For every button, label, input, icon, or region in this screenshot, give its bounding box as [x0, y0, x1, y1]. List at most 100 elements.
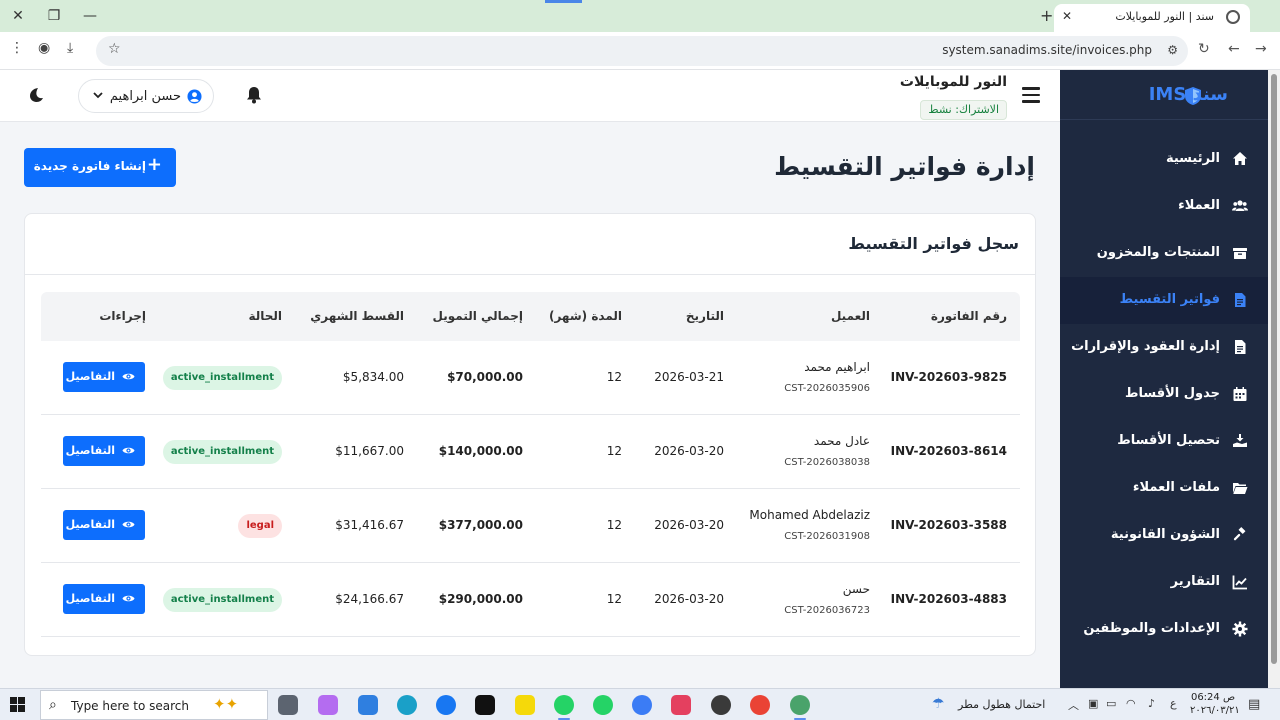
details-button[interactable]: التفاصيل — [63, 584, 145, 614]
eye-icon — [122, 521, 135, 528]
sidebar-item-label: ملفات العملاء — [1132, 480, 1220, 495]
sidebar-item-products[interactable]: المنتجات والمخزون — [1060, 230, 1268, 277]
site-settings-icon[interactable]: ⚙ — [1167, 43, 1178, 57]
chrome-active-icon[interactable] — [790, 695, 810, 720]
restore-window-icon[interactable]: ❐ — [44, 6, 64, 26]
create-invoice-label: إنشاء فاتورة جديدة — [33, 159, 146, 173]
wifi-icon[interactable]: ◠ — [1126, 697, 1136, 710]
invoice-duration: 12 — [606, 444, 622, 458]
scrollbar-thumb[interactable] — [1271, 74, 1277, 664]
sidebar-item-customers[interactable]: العملاء — [1060, 183, 1268, 230]
bookmark-star-icon[interactable]: ☆ — [108, 41, 121, 57]
windows-start-icon[interactable] — [10, 697, 26, 713]
sidebar-menu: الرئيسية العملاء المنتجات والمخزون فواتي… — [1060, 136, 1271, 653]
favicon-icon — [1226, 10, 1240, 24]
sidebar-item-settings[interactable]: الإعدادات والموظفين — [1060, 606, 1268, 653]
brand[interactable]: سند IMS — [1060, 70, 1268, 120]
instagram-icon[interactable] — [671, 695, 691, 715]
chart-icon — [1232, 575, 1247, 590]
invoice-monthly: $24,166.67 — [335, 592, 404, 606]
weather-text[interactable]: احتمال هطول مطر — [958, 698, 1045, 711]
download-icon[interactable]: ⤓ — [67, 40, 73, 56]
whatsapp-icon[interactable] — [554, 695, 574, 720]
sidebar-item-label: جدول الأقساط — [1124, 386, 1220, 401]
messenger-icon[interactable] — [632, 695, 652, 715]
store-icon[interactable] — [358, 695, 378, 715]
close-window-icon[interactable]: ✕ — [8, 6, 28, 26]
sidebar-item-label: فواتير التقسيط — [1119, 292, 1220, 307]
address-input[interactable]: ☆ system.sanadims.site/invoices.php ⚙ — [96, 36, 1188, 66]
store-name: النور للموبايلات — [899, 74, 1007, 90]
menu-toggle-icon[interactable] — [1022, 87, 1040, 103]
bell-icon[interactable] — [246, 86, 262, 104]
menu-dots-icon[interactable]: ⋮ — [10, 40, 24, 56]
forward-icon[interactable]: → — [1255, 41, 1267, 57]
th-date: التاريخ — [685, 309, 724, 323]
sidebar-item-collection[interactable]: تحصيل الأقساط — [1060, 418, 1268, 465]
sidebar-item-invoices[interactable]: فواتير التقسيط — [1060, 277, 1271, 324]
os-taskbar: ⌕ Type here to search ✦✦ ☂ احتمال هطول م… — [0, 688, 1280, 720]
invoice-total: $377,000.00 — [438, 518, 523, 532]
whatsapp-2-icon[interactable] — [593, 695, 613, 715]
page-title: إدارة فواتير التقسيط — [774, 152, 1035, 181]
back-icon[interactable]: ← — [1228, 41, 1240, 57]
invoice-total: $140,000.00 — [438, 444, 523, 458]
details-button[interactable]: التفاصيل — [63, 510, 145, 540]
copilot-icon[interactable] — [318, 695, 338, 715]
tab-close-icon[interactable]: ✕ — [1062, 9, 1072, 23]
browser-tab[interactable]: سند | النور للموبايلات ✕ — [1054, 4, 1250, 32]
system-clock[interactable]: 06:24 ص ٢٠٢٦/٠٣/٢١ — [1190, 691, 1240, 717]
sidebar-item-contracts[interactable]: إدارة العقود والإقرارات — [1060, 324, 1268, 371]
search-icon: ⌕ — [49, 697, 57, 713]
sidebar-item-legal[interactable]: الشؤون القانونية — [1060, 512, 1268, 559]
snapchat-icon[interactable] — [515, 695, 535, 715]
invoice-number[interactable]: INV-202603-8614 — [891, 444, 1007, 458]
top-header: النور للموبايلات الاشتراك: نشط حسن ابراه… — [0, 70, 1060, 122]
chrome-icon[interactable] — [750, 695, 770, 715]
facebook-icon[interactable] — [436, 695, 456, 715]
notification-icon[interactable]: ▤ — [1248, 697, 1260, 712]
invoice-duration: 12 — [606, 518, 622, 532]
task-view-icon[interactable] — [278, 695, 298, 715]
edge-icon[interactable] — [397, 695, 417, 715]
invoice-number[interactable]: INV-202603-9825 — [891, 370, 1007, 384]
reload-icon[interactable]: ↻ — [1198, 41, 1210, 57]
th-duration: المدة (شهر) — [548, 309, 622, 323]
tray-app-icon[interactable]: ▣ — [1088, 697, 1098, 710]
tiktok-icon[interactable] — [475, 695, 495, 715]
th-actions: إجراءات — [99, 309, 146, 323]
create-invoice-button[interactable]: + إنشاء فاتورة جديدة — [24, 148, 176, 187]
invoice-monthly: $31,416.67 — [335, 518, 404, 532]
invoice-monthly: $11,667.00 — [335, 444, 404, 458]
status-badge: active_installment — [162, 440, 282, 464]
new-tab-icon[interactable]: + — [1040, 6, 1053, 25]
sidebar-item-label: الرئيسية — [1165, 151, 1220, 166]
status-badge: active_installment — [162, 588, 282, 612]
moon-icon[interactable] — [28, 87, 44, 103]
sidebar-item-label: إدارة العقود والإقرارات — [1071, 339, 1220, 354]
sidebar-item-home[interactable]: الرئيسية — [1060, 136, 1268, 183]
tray-chevron-icon[interactable]: ︿ — [1068, 697, 1079, 713]
th-customer: العميل — [830, 309, 870, 323]
profile-icon[interactable]: ◉ — [38, 40, 50, 56]
sidebar-item-schedule[interactable]: جدول الأقساط — [1060, 371, 1268, 418]
customer-id: CST-2026038038 — [784, 457, 870, 468]
volume-icon[interactable]: ♪ — [1148, 697, 1155, 710]
folder-icon — [1233, 483, 1248, 494]
chevron-down-icon — [93, 92, 103, 99]
search-placeholder: Type here to search — [71, 699, 189, 713]
battery-icon[interactable]: ▭ — [1106, 697, 1116, 710]
details-button[interactable]: التفاصيل — [63, 362, 145, 392]
user-menu-button[interactable]: حسن ابراهيم — [78, 79, 214, 113]
details-button[interactable]: التفاصيل — [63, 436, 145, 466]
sidebar-item-label: المنتجات والمخزون — [1096, 245, 1220, 260]
minimize-window-icon[interactable]: — — [80, 6, 100, 26]
chatgpt-icon[interactable] — [711, 695, 731, 715]
taskbar-search-input[interactable]: ⌕ Type here to search ✦✦ — [40, 690, 268, 720]
page-scrollbar[interactable] — [1268, 70, 1280, 688]
sidebar-item-reports[interactable]: التقارير — [1060, 559, 1268, 606]
invoice-number[interactable]: INV-202603-4883 — [891, 592, 1007, 606]
language-icon[interactable]: ع — [1170, 697, 1177, 710]
sidebar-item-customer-files[interactable]: ملفات العملاء — [1060, 465, 1268, 512]
invoice-number[interactable]: INV-202603-3588 — [891, 518, 1007, 532]
